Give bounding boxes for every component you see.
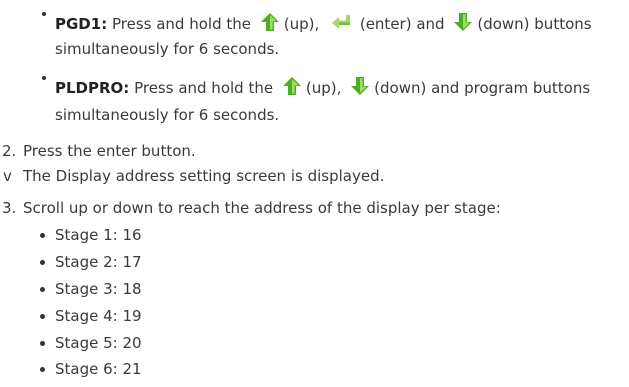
- bullet-stage-3: [40, 287, 45, 292]
- stage-item-1: Stage 1: 16: [55, 226, 142, 244]
- stage-item-3: Stage 3: 18: [55, 280, 142, 298]
- pgd1-line-1: PGD1: Press and hold the (up), (enter) a…: [55, 11, 592, 34]
- pgd1-text-1: Press and hold the: [111, 15, 251, 33]
- bullet-stage-6: [40, 367, 45, 372]
- step-3-text: Scroll up or down to reach the address o…: [23, 199, 501, 217]
- pldpro-line-1: PLDPRO: Press and hold the (up), (down) …: [55, 75, 590, 98]
- enter-arrow-icon: [330, 11, 352, 33]
- step-2-text: Press the enter button.: [23, 142, 196, 160]
- bullet-stage-2: [40, 260, 45, 265]
- pgd1-down-label: (down) buttons: [477, 15, 592, 33]
- down-arrow-icon: [452, 11, 474, 33]
- stage-item-5: Stage 5: 20: [55, 334, 142, 352]
- step-2-number: 2.: [2, 142, 17, 160]
- bullet-stage-5: [40, 341, 45, 346]
- stage-item-4: Stage 4: 19: [55, 307, 142, 325]
- down-arrow-icon: [349, 75, 371, 97]
- pldpro-down-label: (down) and program buttons: [374, 79, 591, 97]
- result-text: The Display address setting screen is di…: [23, 167, 385, 185]
- bullet-pldpro: [42, 76, 46, 80]
- bullet-stage-1: [40, 233, 45, 238]
- stage-item-6: Stage 6: 21: [55, 360, 142, 378]
- pldpro-label: PLDPRO:: [55, 79, 130, 97]
- up-arrow-icon: [259, 11, 281, 33]
- pgd1-up-label: (up),: [283, 15, 320, 33]
- pgd1-enter-label: (enter) and: [359, 15, 445, 33]
- up-arrow-icon: [281, 75, 303, 97]
- bullet-pgd1: [42, 12, 46, 16]
- result-marker: v: [3, 167, 12, 185]
- pgd1-line-2: simultaneously for 6 seconds.: [55, 40, 280, 58]
- pldpro-up-label: (up),: [305, 79, 342, 97]
- bullet-stage-4: [40, 314, 45, 319]
- pgd1-label: PGD1:: [55, 15, 108, 33]
- step-3-number: 3.: [2, 199, 17, 217]
- pldpro-line-2: simultaneously for 6 seconds.: [55, 106, 280, 124]
- stage-item-2: Stage 2: 17: [55, 253, 142, 271]
- pldpro-text-1: Press and hold the: [134, 79, 274, 97]
